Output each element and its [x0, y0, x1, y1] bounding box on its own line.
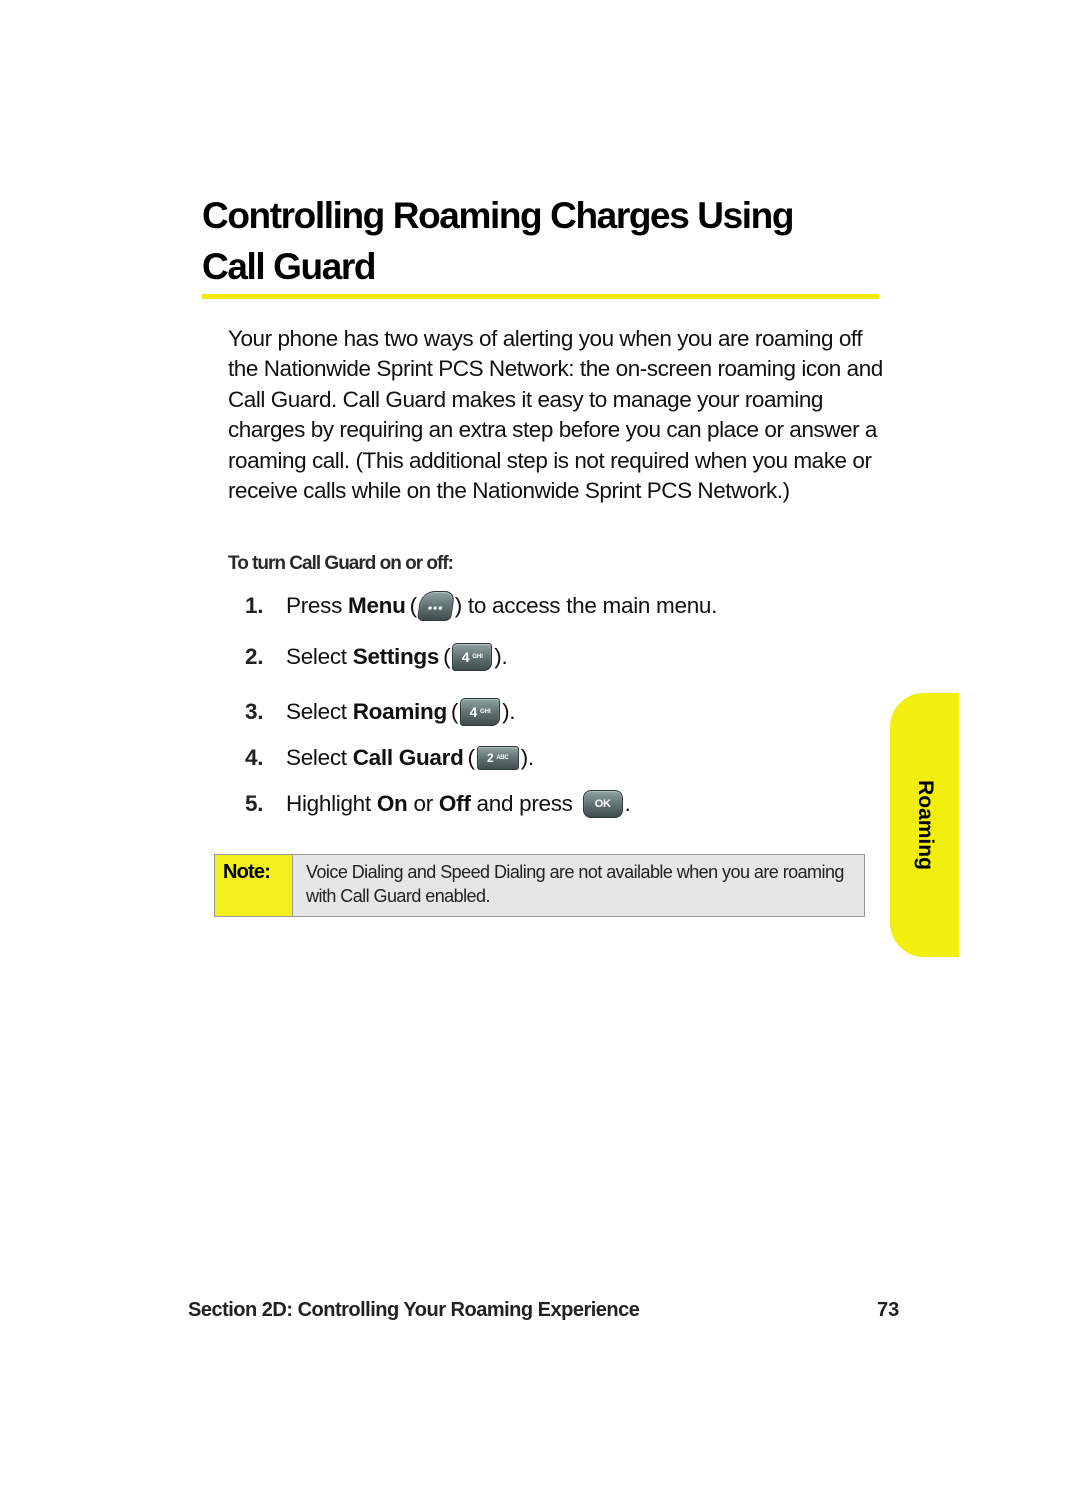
step-keyword-on: On	[376, 791, 408, 816]
step-text: Highlight	[286, 791, 371, 816]
key-2-abc-icon: 2 ABC	[476, 746, 519, 770]
step-3: 3. Select Roaming ( 4 GHI ).	[245, 698, 516, 726]
step-5: 5. Highlight On or Off and press OK .	[245, 790, 631, 818]
step-text-end: ) to access the main menu.	[454, 593, 718, 618]
step-text-end: .	[624, 791, 631, 816]
intro-paragraph: Your phone has two ways of alerting you …	[228, 326, 883, 504]
note-label: Note:	[215, 855, 293, 916]
section-side-tab: Roaming	[890, 693, 959, 957]
key-4-ghi-icon: 4 GHI	[460, 698, 501, 726]
page-title-line-1: Controlling Roaming Charges Using	[202, 195, 794, 236]
note-box: Note: Voice Dialing and Speed Dialing ar…	[214, 854, 865, 917]
step-text: or	[413, 791, 434, 816]
step-keyword: Roaming	[352, 699, 447, 724]
step-1: 1. Press Menu ( ••• ) to access the main…	[245, 591, 717, 621]
step-number: 4.	[245, 745, 264, 770]
key-4-ghi-icon: 4 GHI	[452, 643, 493, 671]
step-number: 2.	[245, 644, 264, 669]
step-number: 1.	[245, 593, 264, 618]
page-number: 73	[877, 1299, 900, 1321]
ok-key-icon: OK	[582, 790, 623, 818]
step-keyword: Settings	[352, 644, 440, 669]
step-keyword-off: Off	[438, 791, 471, 816]
step-2: 2. Select Settings ( 4 GHI ).	[245, 643, 508, 671]
step-text: Select	[286, 745, 347, 770]
step-text: Select	[286, 699, 347, 724]
page-title-line-2: Call Guard	[202, 246, 377, 287]
note-text: Voice Dialing and Speed Dialing are not …	[306, 862, 844, 906]
step-text-end: ).	[502, 699, 516, 724]
step-text-end: ).	[520, 745, 534, 770]
side-tab-label: Roaming	[913, 780, 937, 870]
step-keyword: Menu	[348, 593, 406, 618]
title-underline	[202, 294, 879, 299]
menu-key-icon: •••	[416, 591, 455, 621]
step-keyword: Call Guard	[352, 745, 464, 770]
step-number: 3.	[245, 699, 264, 724]
page-title: Controlling Roaming Charges Using Call G…	[202, 190, 882, 292]
procedure-heading: To turn Call Guard on or off:	[228, 553, 454, 574]
step-text-end: ).	[494, 644, 508, 669]
step-text: Press	[286, 593, 343, 618]
footer-section-title: Section 2D: Controlling Your Roaming Exp…	[188, 1299, 640, 1321]
step-text: Select	[286, 644, 347, 669]
step-number: 5.	[245, 791, 264, 816]
step-4: 4. Select Call Guard ( 2 ABC ).	[245, 745, 534, 770]
step-text: and press	[476, 791, 573, 816]
